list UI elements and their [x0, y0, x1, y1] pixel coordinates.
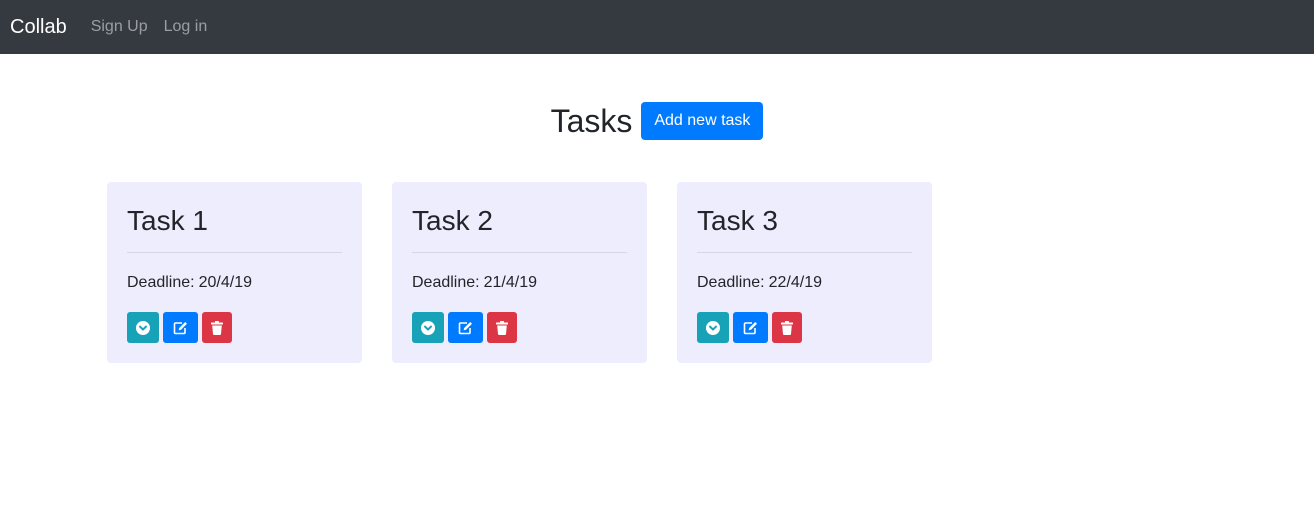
edit-icon	[458, 321, 472, 334]
task-actions	[412, 312, 627, 343]
deadline-label: Deadline:	[412, 274, 480, 291]
task-card: Task 2 Deadline: 21/4/19	[392, 182, 647, 363]
navbar: Collab Sign Up Log in	[0, 0, 1314, 54]
edit-icon	[743, 321, 757, 334]
page-title: Tasks	[550, 103, 633, 139]
task-deadline: Deadline: 22/4/19	[697, 273, 912, 293]
delete-task-button[interactable]	[772, 312, 802, 343]
expand-task-button[interactable]	[412, 312, 444, 343]
delete-task-button[interactable]	[487, 312, 517, 343]
delete-task-button[interactable]	[202, 312, 232, 343]
deadline-value: 22/4/19	[768, 274, 822, 291]
task-title: Task 3	[697, 205, 778, 236]
edit-task-button[interactable]	[448, 312, 483, 343]
nav-link-log-in[interactable]: Log in	[164, 18, 208, 36]
deadline-value: 20/4/19	[198, 274, 252, 291]
add-new-task-button[interactable]: Add new task	[641, 102, 764, 140]
chevron-circle-down-icon	[421, 320, 435, 335]
nav-link-sign-up[interactable]: Sign Up	[91, 18, 148, 36]
edit-task-button[interactable]	[733, 312, 768, 343]
chevron-circle-down-icon	[136, 320, 150, 335]
card-divider	[697, 252, 912, 253]
trash-icon	[781, 320, 793, 335]
card-divider	[412, 252, 627, 253]
deadline-value: 21/4/19	[483, 274, 537, 291]
edit-task-button[interactable]	[163, 312, 198, 343]
brand-link[interactable]: Collab	[10, 16, 67, 39]
deadline-label: Deadline:	[697, 274, 765, 291]
task-list: Task 1 Deadline: 20/4/19 Task 2 Deadline…	[107, 182, 932, 363]
deadline-label: Deadline:	[127, 274, 195, 291]
task-title: Task 2	[412, 205, 493, 236]
task-actions	[127, 312, 342, 343]
expand-task-button[interactable]	[697, 312, 729, 343]
edit-icon	[173, 321, 187, 334]
task-title: Task 1	[127, 205, 208, 236]
trash-icon	[496, 320, 508, 335]
task-deadline: Deadline: 20/4/19	[127, 273, 342, 293]
card-divider	[127, 252, 342, 253]
task-deadline: Deadline: 21/4/19	[412, 273, 627, 293]
task-actions	[697, 312, 912, 343]
task-card: Task 1 Deadline: 20/4/19	[107, 182, 362, 363]
expand-task-button[interactable]	[127, 312, 159, 343]
task-card: Task 3 Deadline: 22/4/19	[677, 182, 932, 363]
page-header: Tasks Add new task	[0, 100, 1314, 142]
trash-icon	[211, 320, 223, 335]
chevron-circle-down-icon	[706, 320, 720, 335]
